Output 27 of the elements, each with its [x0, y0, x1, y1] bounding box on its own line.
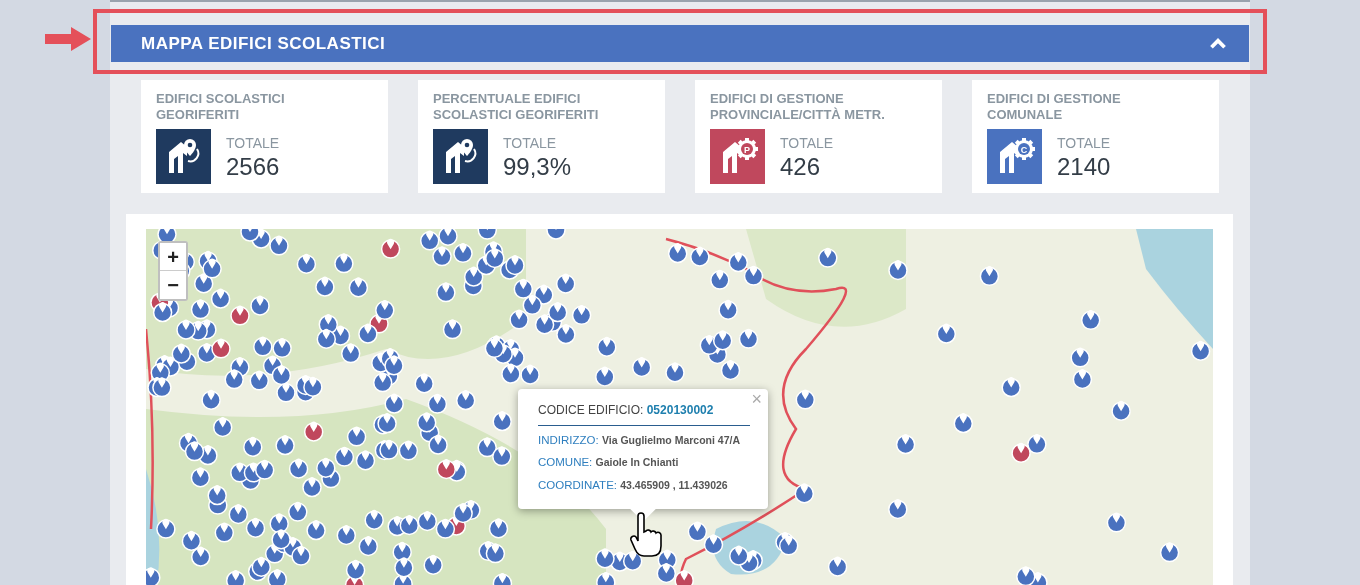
field-value: Gaiole In Chianti: [595, 456, 679, 469]
building-code: 0520130002: [646, 403, 714, 417]
stat-value: 426: [780, 153, 822, 181]
field-label: COORDINATE:: [538, 478, 617, 491]
stat-label: TOTALE: [503, 133, 558, 153]
stat-title: EDIFICI DI GESTIONE PROVINCIALE/CITTÀ METR.: [710, 91, 886, 123]
building-gear-icon: P: [710, 129, 765, 184]
stat-label: TOTALE: [1057, 133, 1111, 153]
field-value: Via Guglielmo Marconi 47/A: [601, 434, 740, 446]
popup-label: CODICE EDIFICIO:: [538, 403, 644, 417]
arrow-icon: [45, 27, 91, 51]
chevron-up-icon[interactable]: [1209, 36, 1227, 51]
stat-value: 2140: [1057, 153, 1111, 181]
stat-label: TOTALE: [226, 133, 280, 153]
stat-title: EDIFICI SCOLASTICI GEORIFERITI: [156, 91, 286, 123]
hand-cursor-icon: [630, 512, 662, 558]
field-label: INDIRIZZO:: [538, 434, 599, 446]
building-gear-icon: C: [987, 129, 1042, 184]
section-title: MAPPA EDIFICI SCOLASTICI: [141, 32, 386, 55]
stat-label: TOTALE: [780, 133, 834, 153]
stat-value: 99,3%: [503, 153, 572, 181]
stat-title: EDIFICI DI GESTIONE COMUNALE: [987, 91, 1122, 123]
zoom-in-button[interactable]: +: [160, 243, 186, 271]
stat-title: PERCENTUALE EDIFICI SCOLASTICI GEORIFERITI: [433, 91, 600, 123]
field-value: 43.465909 , 11.439026: [620, 478, 728, 491]
stat-value: 2566: [226, 153, 280, 181]
field-label: COMUNE:: [538, 456, 593, 469]
